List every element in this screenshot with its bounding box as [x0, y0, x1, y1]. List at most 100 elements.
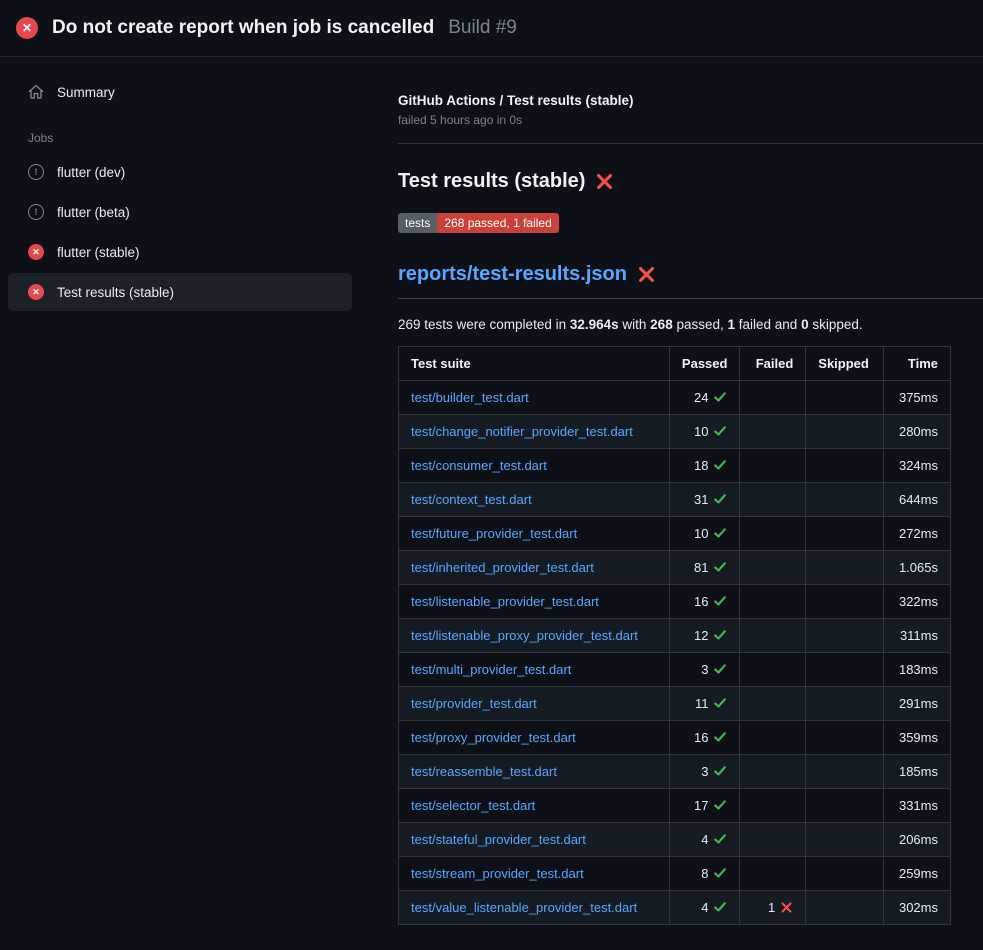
sidebar-item-flutter-stable[interactable]: ✕ flutter (stable) — [8, 233, 352, 271]
suite-cell: test/future_provider_test.dart — [399, 517, 670, 551]
sidebar-item-label: flutter (dev) — [57, 165, 125, 180]
col-skipped: Skipped — [806, 347, 884, 381]
suite-link[interactable]: test/provider_test.dart — [411, 696, 537, 711]
suite-cell: test/change_notifier_provider_test.dart — [399, 415, 670, 449]
suite-link[interactable]: test/reassemble_test.dart — [411, 764, 557, 779]
skipped-cell — [806, 891, 884, 925]
check-icon — [713, 662, 727, 676]
suite-link[interactable]: test/context_test.dart — [411, 492, 532, 507]
table-row: test/future_provider_test.dart10272ms — [399, 517, 951, 551]
suite-cell: test/multi_provider_test.dart — [399, 653, 670, 687]
suite-cell: test/selector_test.dart — [399, 789, 670, 823]
failed-status-icon: ✕ — [16, 17, 38, 39]
check-icon — [713, 424, 727, 438]
sidebar-item-summary[interactable]: Summary — [8, 73, 352, 111]
table-row: test/context_test.dart 31 644ms — [399, 483, 951, 517]
suite-link[interactable]: test/multi_provider_test.dart — [411, 662, 571, 677]
main-content: GitHub Actions / Test results (stable) f… — [382, 57, 983, 950]
skipped-cell — [806, 517, 884, 551]
check-icon — [713, 764, 727, 778]
time-cell: 291ms — [884, 687, 951, 721]
time-cell: 272ms — [884, 517, 951, 551]
suite-link[interactable]: test/listenable_proxy_provider_test.dart — [411, 628, 638, 643]
time-cell: 331ms — [884, 789, 951, 823]
sidebar-item-label: flutter (beta) — [57, 205, 130, 220]
report-link[interactable]: reports/test-results.json — [398, 263, 627, 286]
check-icon — [713, 696, 727, 710]
table-row: test/builder_test.dart 24 375ms — [399, 381, 951, 415]
sidebar: Summary Jobs ! flutter (dev) ! flutter (… — [0, 57, 382, 950]
skipped-cell — [806, 687, 884, 721]
failed-cell — [740, 789, 806, 823]
passed-cell: 4 — [669, 891, 740, 925]
time-cell: 1.065s — [884, 551, 951, 585]
passed-cell: 10 — [669, 415, 740, 449]
passed-cell: 17 — [669, 789, 740, 823]
suite-link[interactable]: test/stream_provider_test.dart — [411, 866, 584, 881]
suite-link[interactable]: test/selector_test.dart — [411, 798, 535, 813]
suite-link[interactable]: test/future_provider_test.dart — [411, 526, 577, 541]
time-cell: 185ms — [884, 755, 951, 789]
check-icon — [713, 832, 727, 846]
suite-link[interactable]: test/listenable_provider_test.dart — [411, 594, 599, 609]
failed-icon: ✕ — [28, 244, 44, 260]
time-cell: 359ms — [884, 721, 951, 755]
suite-cell: test/builder_test.dart — [399, 381, 670, 415]
time-cell: 280ms — [884, 415, 951, 449]
suite-link[interactable]: test/inherited_provider_test.dart — [411, 560, 594, 575]
skipped-cell — [806, 755, 884, 789]
suite-cell: test/stream_provider_test.dart — [399, 857, 670, 891]
time-cell: 375ms — [884, 381, 951, 415]
sidebar-item-test-results-stable[interactable]: ✕ Test results (stable) — [8, 273, 352, 311]
table-row: test/stateful_provider_test.dart4206ms — [399, 823, 951, 857]
skipped-cell — [806, 653, 884, 687]
suite-cell: test/stateful_provider_test.dart — [399, 823, 670, 857]
table-row: test/listenable_proxy_provider_test.dart… — [399, 619, 951, 653]
passed-cell: 11 — [669, 687, 740, 721]
fail-cross-icon — [637, 265, 656, 284]
skipped-cell — [806, 789, 884, 823]
sidebar-item-label: flutter (stable) — [57, 245, 140, 260]
suite-cell: test/listenable_provider_test.dart — [399, 585, 670, 619]
build-header: ✕ Do not create report when job is cance… — [0, 0, 983, 57]
failed-cell — [740, 823, 806, 857]
failed-cell — [740, 687, 806, 721]
suite-link[interactable]: test/proxy_provider_test.dart — [411, 730, 576, 745]
divider — [398, 143, 983, 144]
skipped-cell — [806, 619, 884, 653]
check-icon — [713, 560, 727, 574]
passed-cell: 31 — [669, 483, 740, 517]
sidebar-item-flutter-beta[interactable]: ! flutter (beta) — [8, 193, 352, 231]
suite-link[interactable]: test/builder_test.dart — [411, 390, 529, 405]
sidebar-item-label: Test results (stable) — [57, 285, 174, 300]
passed-cell: 3 — [669, 653, 740, 687]
col-time: Time — [884, 347, 951, 381]
passed-cell: 24 — [669, 381, 740, 415]
report-heading: reports/test-results.json — [398, 263, 983, 298]
passed-cell: 81 — [669, 551, 740, 585]
cancelled-icon: ! — [28, 164, 44, 180]
summary-text: 269 tests were completed in 32.964s with… — [398, 317, 983, 332]
failed-cell — [740, 619, 806, 653]
failed-cell — [740, 449, 806, 483]
suite-cell: test/provider_test.dart — [399, 687, 670, 721]
failed-cell — [740, 585, 806, 619]
divider — [398, 298, 983, 299]
suite-link[interactable]: test/change_notifier_provider_test.dart — [411, 424, 633, 439]
table-row: test/selector_test.dart 17 331ms — [399, 789, 951, 823]
suite-link[interactable]: test/value_listenable_provider_test.dart — [411, 900, 637, 915]
time-cell: 644ms — [884, 483, 951, 517]
table-row: test/reassemble_test.dart3185ms — [399, 755, 951, 789]
check-icon — [713, 492, 727, 506]
suite-cell: test/listenable_proxy_provider_test.dart — [399, 619, 670, 653]
check-icon — [713, 390, 727, 404]
suite-link[interactable]: test/stateful_provider_test.dart — [411, 832, 586, 847]
table-row: test/proxy_provider_test.dart 16 359ms — [399, 721, 951, 755]
table-row: test/stream_provider_test.dart8259ms — [399, 857, 951, 891]
suite-link[interactable]: test/consumer_test.dart — [411, 458, 547, 473]
passed-cell: 16 — [669, 721, 740, 755]
sidebar-item-flutter-dev[interactable]: ! flutter (dev) — [8, 153, 352, 191]
suite-cell: test/proxy_provider_test.dart — [399, 721, 670, 755]
breadcrumb: GitHub Actions / Test results (stable) — [398, 93, 983, 108]
fail-cross-icon — [595, 172, 614, 191]
